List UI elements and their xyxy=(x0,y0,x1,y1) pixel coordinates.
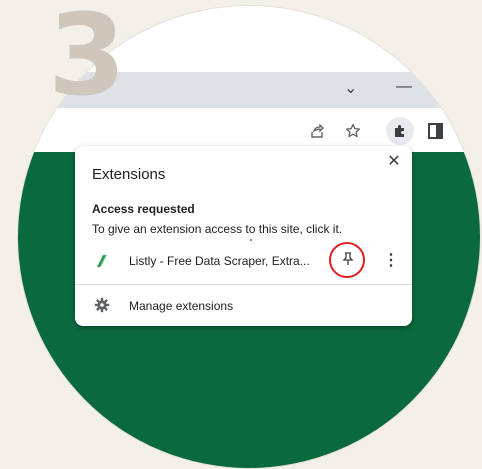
manage-extensions-button[interactable]: Manage extensions xyxy=(75,291,412,321)
listly-icon xyxy=(94,254,108,268)
share-icon[interactable] xyxy=(306,120,328,142)
access-requested-heading: Access requested xyxy=(92,202,195,216)
gear-icon xyxy=(94,297,110,313)
cursor-marker xyxy=(250,239,252,241)
manage-extensions-label: Manage extensions xyxy=(129,299,234,313)
side-panel-icon[interactable] xyxy=(424,120,446,142)
minimize-button[interactable]: — xyxy=(396,78,412,96)
divider xyxy=(75,284,412,285)
star-icon[interactable] xyxy=(342,120,364,142)
extension-row-listly[interactable]: Listly - Free Data Scraper, Extra... ⋮ xyxy=(75,242,412,278)
popup-title: Extensions xyxy=(92,166,166,183)
pin-icon[interactable] xyxy=(337,250,359,272)
extension-name: Listly - Free Data Scraper, Extra... xyxy=(129,254,310,268)
extensions-popup: Extensions ✕ Access requested To give an… xyxy=(75,146,412,326)
more-options-icon[interactable]: ⋮ xyxy=(383,250,399,272)
step-number: 3 xyxy=(48,0,126,121)
puzzle-icon[interactable] xyxy=(386,117,414,145)
close-icon[interactable]: ✕ xyxy=(384,152,404,172)
tab-search-chevron-icon[interactable]: ⌄ xyxy=(344,78,357,98)
access-requested-description: To give an extension access to this site… xyxy=(92,222,343,236)
